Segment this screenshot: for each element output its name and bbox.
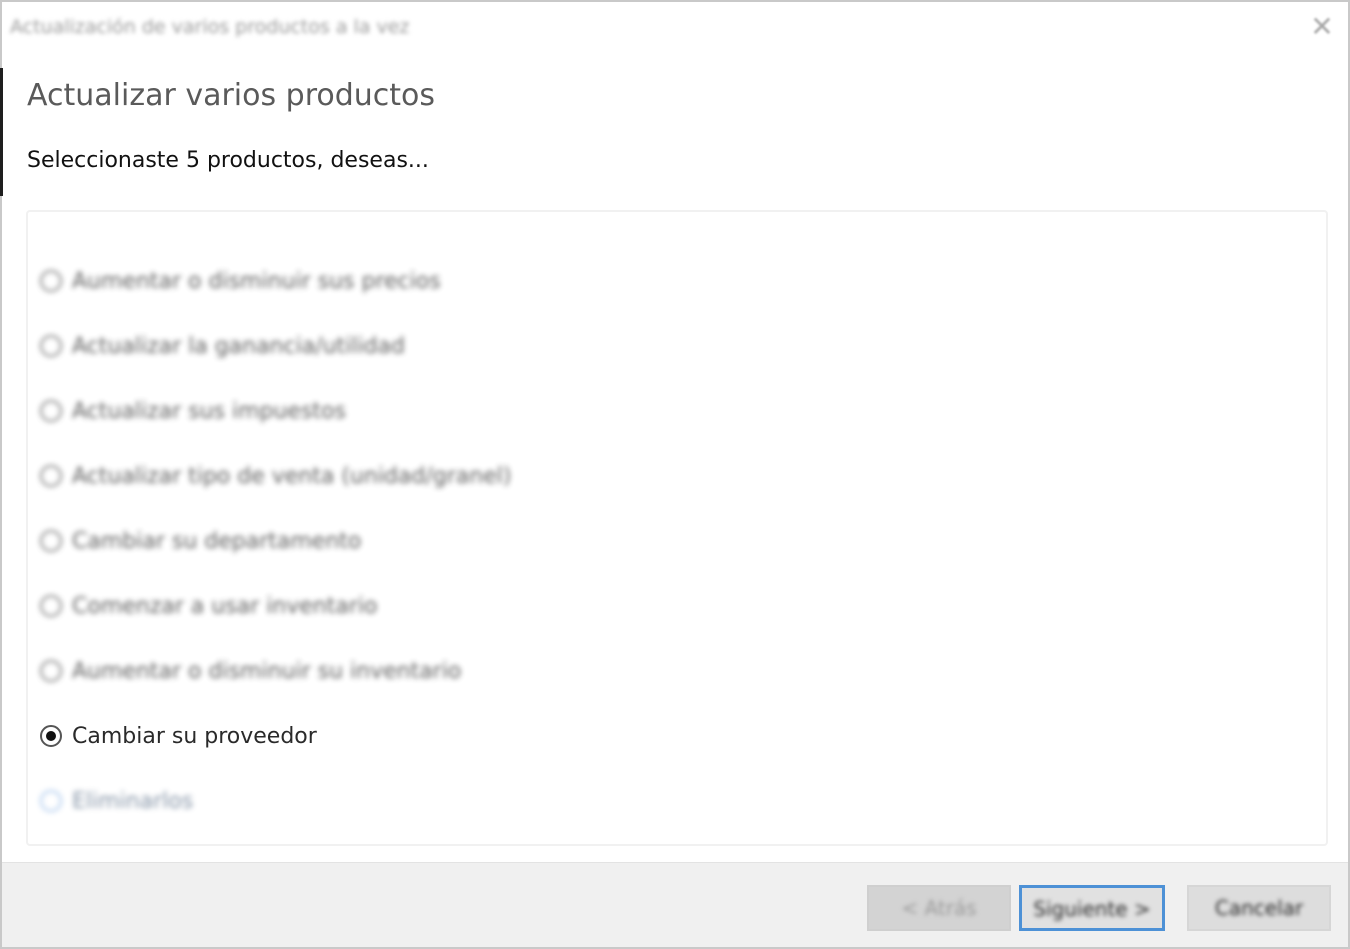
- radio-icon[interactable]: [40, 660, 62, 682]
- close-icon[interactable]: ✕: [1304, 8, 1340, 46]
- radio-icon[interactable]: [40, 595, 62, 617]
- dialog-footer: < Atrás Siguiente > Cancelar: [2, 862, 1348, 947]
- option-label: Actualizar sus impuestos: [72, 398, 346, 424]
- option-label: Cambiar su departamento: [72, 528, 362, 554]
- radio-icon[interactable]: [40, 790, 62, 812]
- radio-icon[interactable]: [40, 400, 62, 422]
- back-button-label: < Atrás: [901, 896, 977, 920]
- option-change-supplier[interactable]: Cambiar su proveedor: [40, 719, 317, 753]
- option-change-department[interactable]: Cambiar su departamento: [40, 524, 361, 558]
- option-label: Eliminarlos: [72, 788, 194, 814]
- next-button[interactable]: Siguiente >: [1019, 885, 1165, 931]
- option-label: Cambiar su proveedor: [72, 723, 317, 749]
- page-subtitle: Seleccionaste 5 productos, deseas...: [27, 148, 429, 173]
- options-panel: Aumentar o disminuir sus precios Actuali…: [26, 210, 1328, 846]
- next-button-label: Siguiente >: [1033, 897, 1151, 921]
- option-label: Actualizar la ganancia/utilidad: [72, 333, 405, 359]
- option-label: Aumentar o disminuir su inventario: [72, 658, 462, 684]
- title-bar: Actualización de varios productos a la v…: [2, 2, 1348, 54]
- page-title: Actualizar varios productos: [27, 78, 436, 113]
- cancel-button[interactable]: Cancelar: [1187, 885, 1331, 931]
- radio-icon[interactable]: [40, 270, 62, 292]
- radio-icon[interactable]: [40, 335, 62, 357]
- header-accent-bar: [0, 68, 3, 196]
- option-update-taxes[interactable]: Actualizar sus impuestos: [40, 394, 346, 428]
- option-adjust-inventory[interactable]: Aumentar o disminuir su inventario: [40, 654, 461, 688]
- option-label: Comenzar a usar inventario: [72, 593, 378, 619]
- cancel-button-label: Cancelar: [1214, 896, 1304, 920]
- wizard-header: Actualizar varios productos Seleccionast…: [0, 68, 1348, 198]
- window-title: Actualización de varios productos a la v…: [10, 16, 410, 38]
- option-adjust-prices[interactable]: Aumentar o disminuir sus precios: [40, 264, 441, 298]
- option-start-inventory[interactable]: Comenzar a usar inventario: [40, 589, 377, 623]
- option-label: Actualizar tipo de venta (unidad/granel): [72, 463, 512, 489]
- option-update-sale-type[interactable]: Actualizar tipo de venta (unidad/granel): [40, 459, 511, 493]
- option-update-profit[interactable]: Actualizar la ganancia/utilidad: [40, 329, 405, 363]
- option-delete[interactable]: Eliminarlos: [40, 784, 193, 818]
- radio-icon[interactable]: [40, 465, 62, 487]
- option-label: Aumentar o disminuir sus precios: [72, 268, 441, 294]
- dialog-window: Actualización de varios productos a la v…: [0, 0, 1350, 949]
- radio-checked-icon[interactable]: [40, 725, 62, 747]
- back-button[interactable]: < Atrás: [867, 885, 1011, 931]
- radio-icon[interactable]: [40, 530, 62, 552]
